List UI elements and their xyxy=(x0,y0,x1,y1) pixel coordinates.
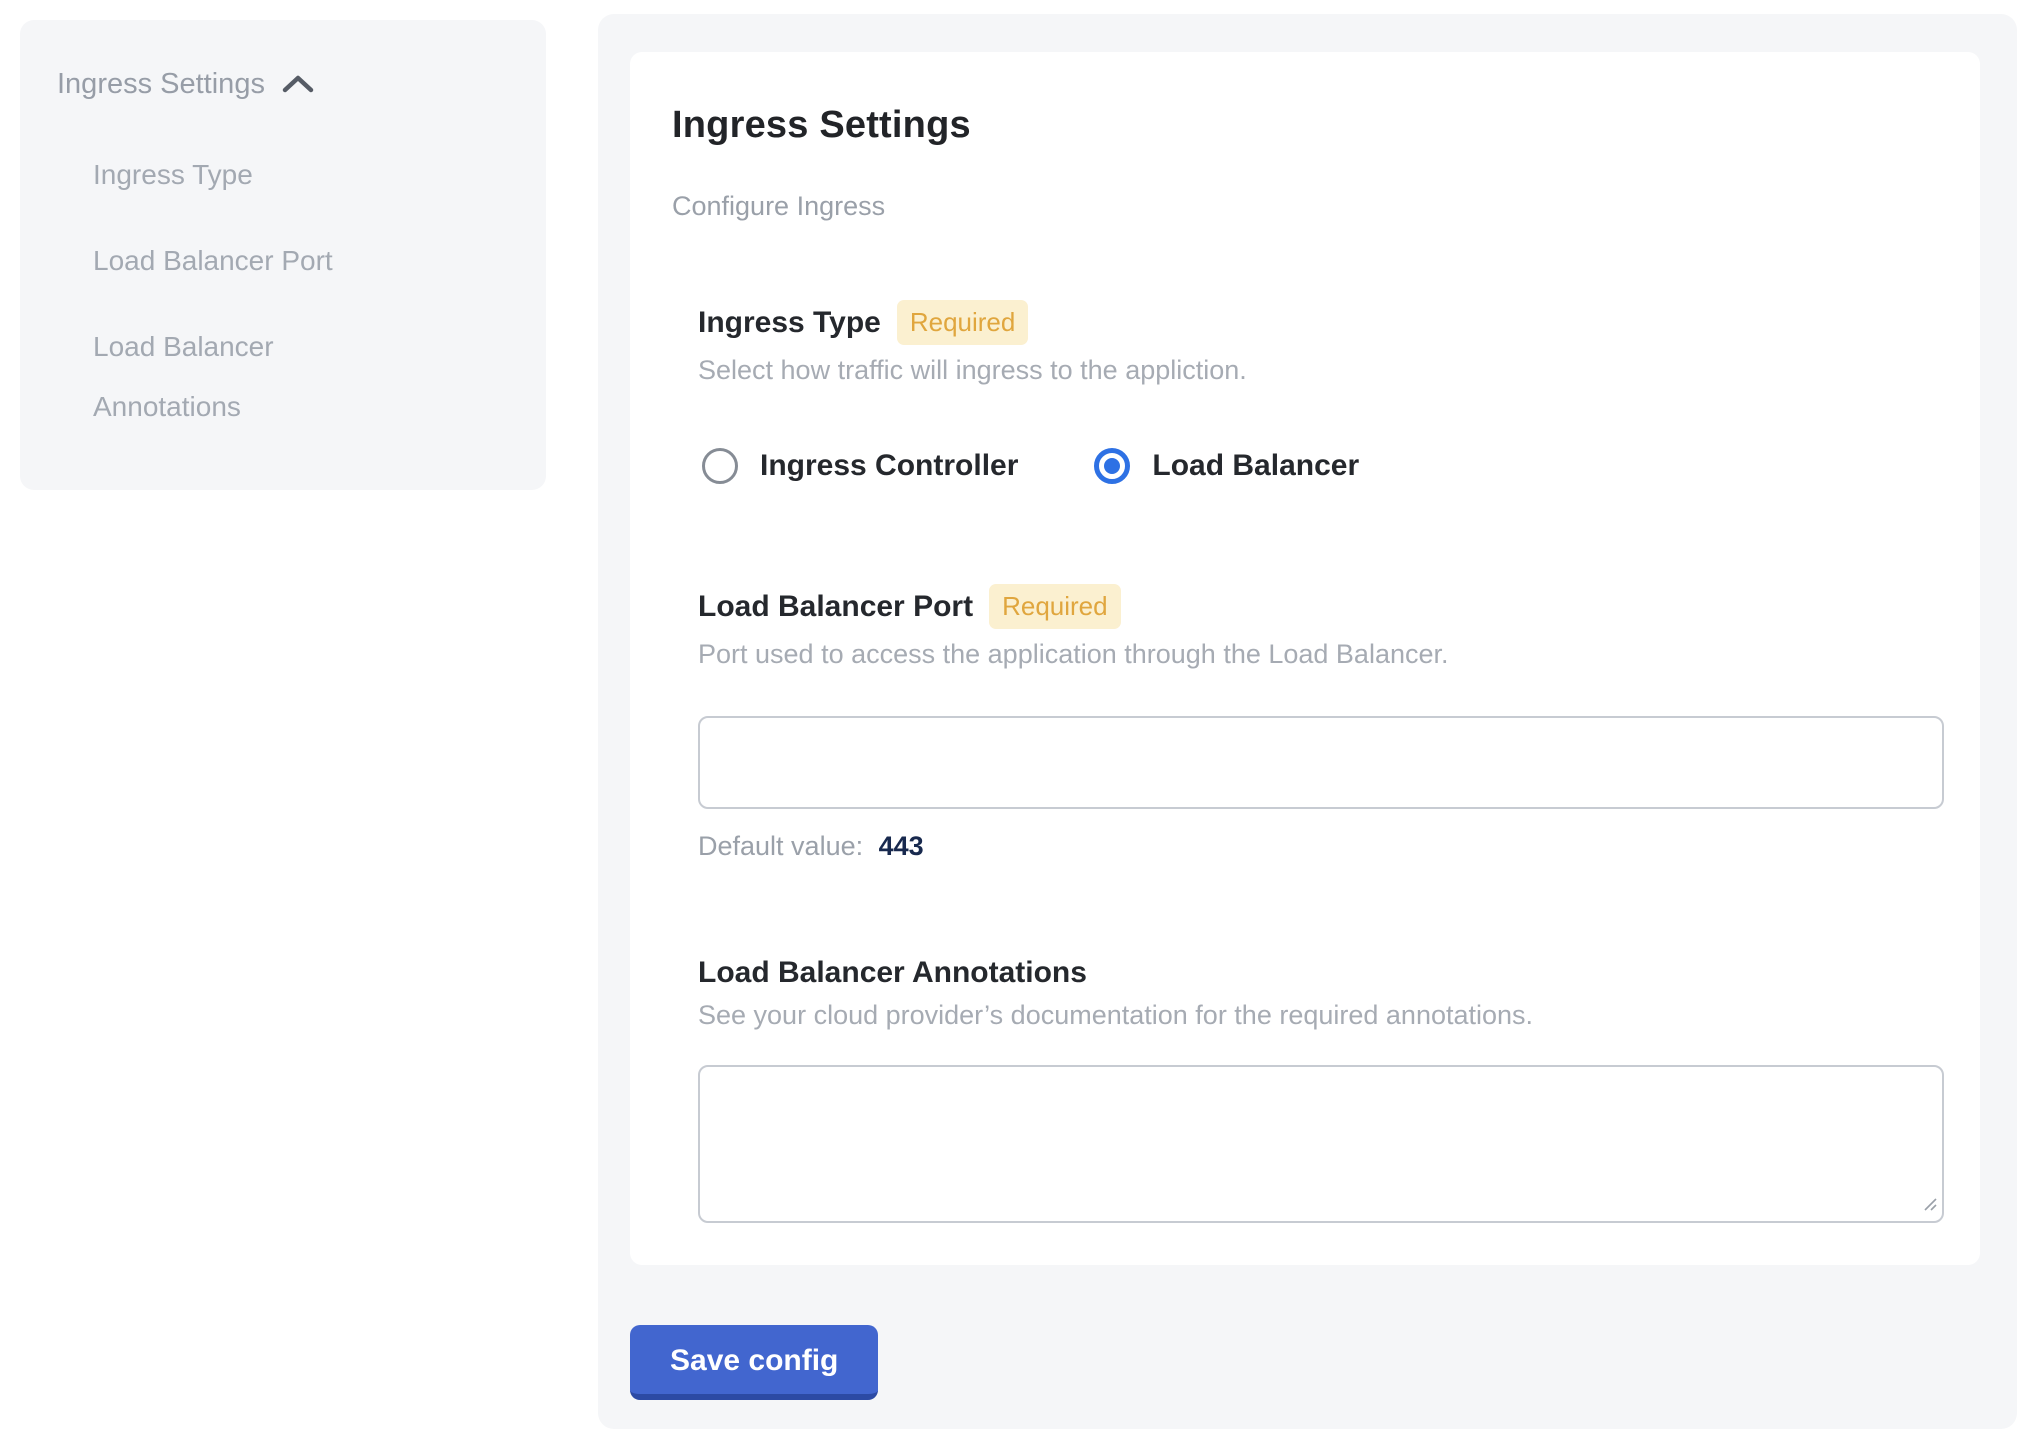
load-balancer-annotations-textarea[interactable] xyxy=(698,1065,1944,1223)
default-value-label: Default value: xyxy=(698,831,863,861)
settings-nav-sidebar: Ingress Settings Ingress Type Load Balan… xyxy=(20,20,546,490)
radio-option-ingress-controller[interactable]: Ingress Controller xyxy=(702,448,1018,484)
ingress-settings-card: Ingress Settings Configure Ingress Ingre… xyxy=(630,52,1980,1265)
page-title: Ingress Settings xyxy=(672,104,1938,147)
required-badge: Required xyxy=(989,584,1121,629)
section-title: Ingress Type xyxy=(698,306,881,340)
radio-label-ingress-controller: Ingress Controller xyxy=(760,449,1018,483)
required-badge: Required xyxy=(897,300,1029,345)
section-title: Load Balancer Port xyxy=(698,590,973,624)
sidebar-section-header[interactable]: Ingress Settings xyxy=(57,68,516,101)
section-description: Select how traffic will ingress to the a… xyxy=(698,355,1938,386)
sidebar-item-load-balancer-annotations[interactable]: Load Balancer Annotations xyxy=(93,317,423,437)
annotations-textarea-wrap xyxy=(698,1065,1944,1223)
load-balancer-port-input[interactable] xyxy=(698,716,1944,809)
section-ingress-type: Ingress Type Required Select how traffic… xyxy=(698,300,1938,484)
section-description: Port used to access the application thro… xyxy=(698,639,1938,670)
ingress-type-radio-group: Ingress Controller Load Balancer xyxy=(698,448,1938,484)
chevron-up-icon xyxy=(281,73,315,100)
main-panel: Ingress Settings Configure Ingress Ingre… xyxy=(598,14,2017,1429)
section-title: Load Balancer Annotations xyxy=(698,956,1087,990)
radio-unselected-icon[interactable] xyxy=(702,448,738,484)
sidebar-item-load-balancer-port[interactable]: Load Balancer Port xyxy=(93,231,423,291)
sidebar-item-ingress-type[interactable]: Ingress Type xyxy=(93,145,423,205)
section-load-balancer-annotations: Load Balancer Annotations See your cloud… xyxy=(698,956,1938,1223)
section-load-balancer-port: Load Balancer Port Required Port used to… xyxy=(698,584,1938,862)
sidebar-section-title: Ingress Settings xyxy=(57,68,265,101)
default-value: 443 xyxy=(879,831,924,861)
radio-label-load-balancer: Load Balancer xyxy=(1152,449,1359,483)
section-description: See your cloud provider’s documentation … xyxy=(698,1000,1938,1031)
sidebar-item-list: Ingress Type Load Balancer Port Load Bal… xyxy=(57,145,516,437)
radio-option-load-balancer[interactable]: Load Balancer xyxy=(1094,448,1359,484)
page-subtitle: Configure Ingress xyxy=(672,191,1938,222)
save-config-button[interactable]: Save config xyxy=(630,1325,878,1400)
default-value-row: Default value: 443 xyxy=(698,831,1938,862)
radio-selected-icon[interactable] xyxy=(1094,448,1130,484)
